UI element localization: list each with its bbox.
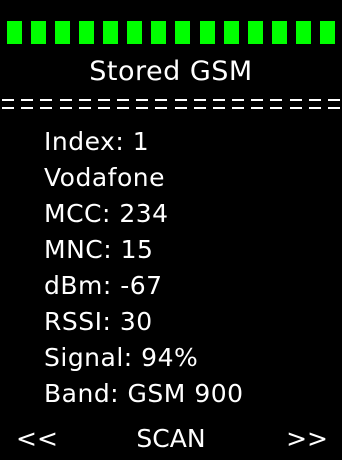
mcc-value: MCC: 234: [44, 199, 169, 228]
signal-segment: [247, 21, 263, 44]
divider-dash: [21, 99, 34, 109]
double-line-divider: [2, 96, 340, 112]
divider-dash: [270, 99, 283, 109]
band-value: Band: GSM 900: [44, 379, 244, 408]
previous-button[interactable]: <<: [16, 422, 58, 456]
rssi-value: RSSI: 30: [44, 307, 153, 336]
divider-dash: [308, 99, 321, 109]
divider-dash: [59, 99, 72, 109]
scan-button[interactable]: SCAN: [136, 424, 205, 453]
device-screen: Stored GSM Index: 1 Vodafone MCC: 234 MN…: [0, 0, 342, 460]
divider-dash: [212, 99, 225, 109]
divider-dash: [2, 99, 14, 109]
mnc-value: MNC: 15: [44, 235, 154, 264]
divider-dash: [232, 99, 245, 109]
divider-dash: [97, 99, 110, 109]
signal-segment: [199, 21, 215, 44]
divider-dash: [78, 99, 91, 109]
dbm-value: dBm: -67: [44, 271, 163, 300]
signal-segment: [295, 21, 311, 44]
divider-dash: [327, 99, 340, 109]
divider-dash: [251, 99, 264, 109]
signal-segment: [127, 21, 143, 44]
signal-segment: [7, 21, 22, 44]
divider-dash: [193, 99, 206, 109]
divider-dash: [117, 99, 130, 109]
divider-dash: [40, 99, 53, 109]
next-button[interactable]: >>: [286, 422, 328, 456]
signal-segment: [151, 21, 167, 44]
divider-dash: [174, 99, 187, 109]
signal-segment: [319, 21, 335, 44]
index-value: Index: 1: [44, 127, 150, 156]
signal-segment: [175, 21, 191, 44]
signal-percent-value: Signal: 94%: [44, 343, 199, 372]
signal-segment: [79, 21, 95, 44]
page-title: Stored GSM: [89, 56, 253, 87]
signal-segment: [271, 21, 287, 44]
signal-segment: [223, 21, 239, 44]
divider-dash: [289, 99, 302, 109]
footer-nav: SCAN << >>: [0, 422, 342, 456]
divider-dash: [136, 99, 149, 109]
operator-name: Vodafone: [44, 163, 165, 192]
divider-dash: [155, 99, 168, 109]
signal-segment: [31, 21, 47, 44]
signal-segment: [55, 21, 71, 44]
signal-strength-bar: [7, 21, 335, 44]
gsm-info-panel: Index: 1 Vodafone MCC: 234 MNC: 15 dBm: …: [44, 124, 334, 412]
signal-segment: [103, 21, 119, 44]
